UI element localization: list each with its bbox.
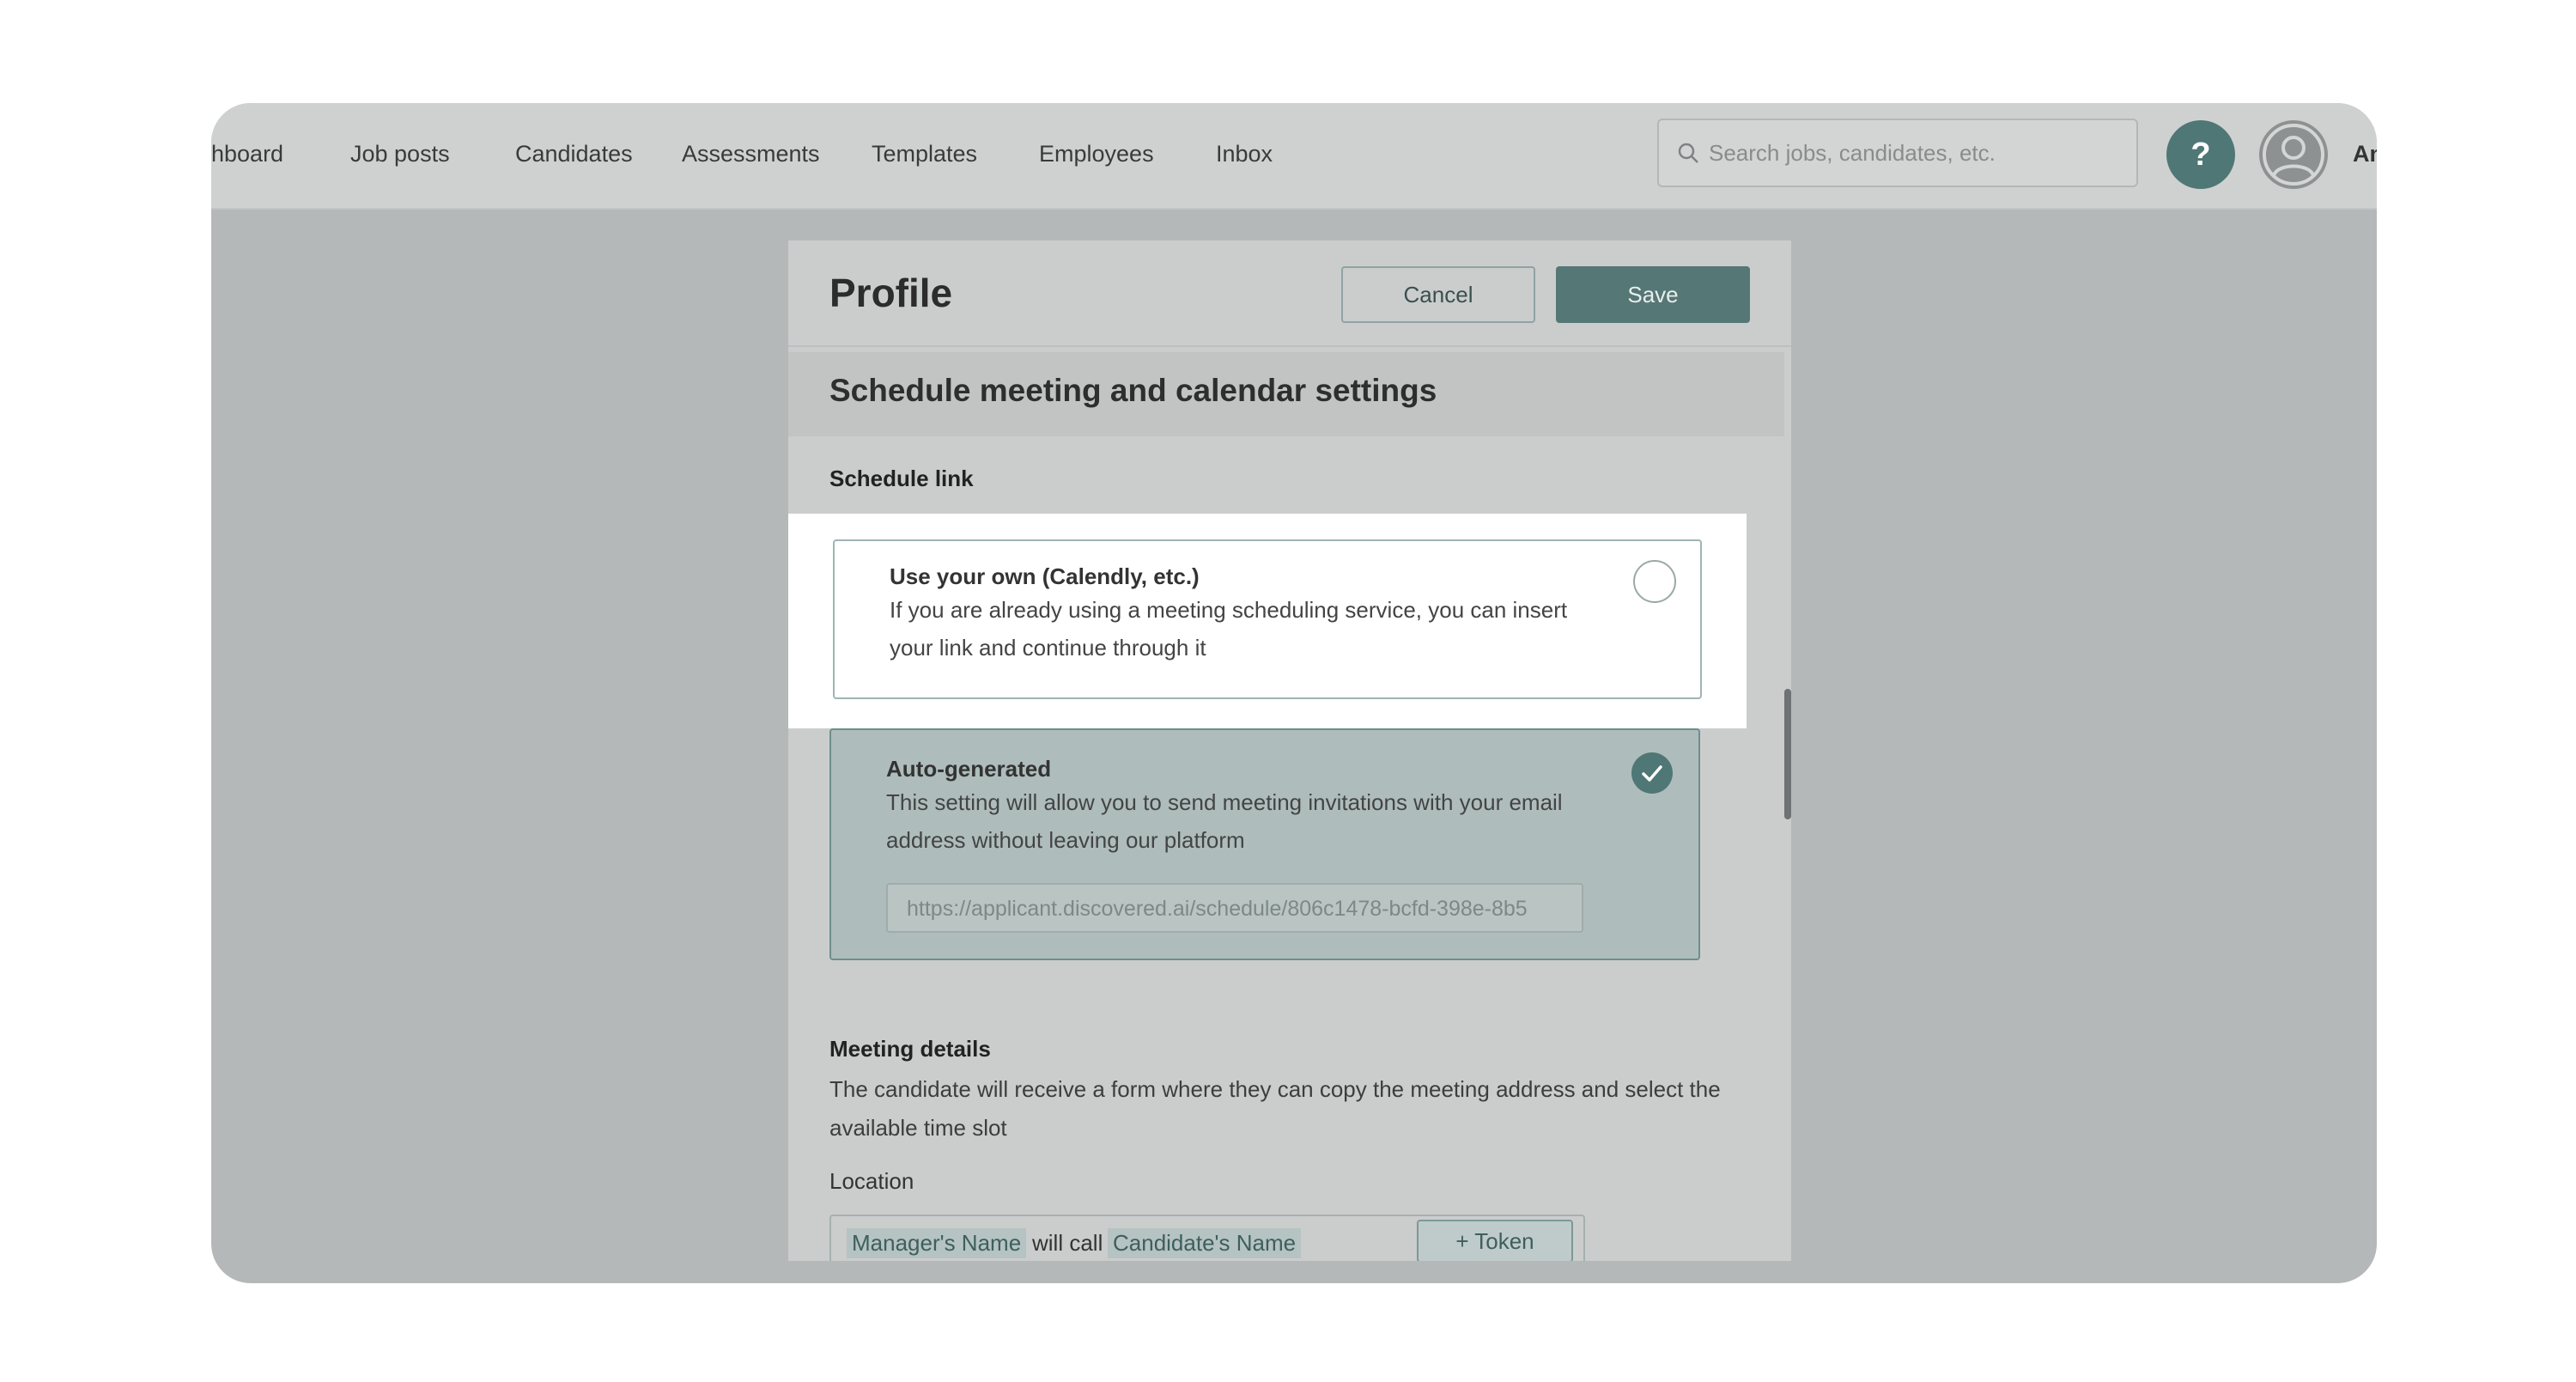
cancel-button[interactable]: Cancel — [1341, 266, 1535, 323]
option-use-your-own[interactable]: Use your own (Calendly, etc.) If you are… — [833, 539, 1702, 699]
option-description-line-1: If you are already using a meeting sched… — [890, 597, 1568, 623]
location-label: Location — [829, 1168, 914, 1194]
nav-candidates[interactable]: Candidates — [515, 141, 633, 167]
option-description-line-2: address without leaving our platform — [886, 827, 1245, 853]
nav-dashboard[interactable]: hboard — [211, 141, 283, 167]
schedule-url: https://applicant.discovered.ai/schedule… — [907, 897, 1528, 921]
token-managers-name[interactable]: Manager's Name — [847, 1228, 1027, 1258]
search-box[interactable] — [1657, 119, 2138, 187]
option-auto-generated[interactable]: Auto-generated This setting will allow y… — [829, 728, 1700, 960]
top-nav-bar: hboard Job posts Candidates Assessments … — [211, 103, 2377, 210]
option-title: Auto-generated — [886, 756, 1052, 782]
search-icon — [1678, 143, 1698, 163]
header-divider — [788, 345, 1791, 347]
meeting-details-title: Meeting details — [829, 1036, 991, 1062]
highlight-panel: Use your own (Calendly, etc.) If you are… — [788, 514, 1747, 728]
plus-icon: + — [1455, 1228, 1475, 1254]
radio-button[interactable] — [1633, 560, 1676, 603]
avatar[interactable] — [2259, 120, 2328, 189]
option-description-line-1: This setting will allow you to send meet… — [886, 789, 1563, 815]
user-icon — [2263, 124, 2324, 186]
meeting-details-description: The candidate will receive a form where … — [829, 1076, 1721, 1141]
schedule-link-label: Schedule link — [829, 466, 974, 491]
location-field[interactable]: Manager's Name will call Candidate's Nam… — [829, 1215, 1585, 1261]
add-token-button[interactable]: + Token — [1417, 1220, 1573, 1261]
help-button[interactable]: ? — [2166, 120, 2235, 189]
section-title: Schedule meeting and calendar settings — [829, 373, 1437, 408]
dialog-title: Profile — [829, 271, 953, 315]
token-candidates-name[interactable]: Candidate's Name — [1108, 1228, 1302, 1258]
selected-check-icon[interactable] — [1631, 752, 1673, 794]
user-name[interactable]: An — [2353, 141, 2377, 167]
nav-employees[interactable]: Employees — [1039, 141, 1154, 167]
nav-templates[interactable]: Templates — [872, 141, 977, 167]
location-text: will call — [1032, 1230, 1103, 1256]
nav-job-posts[interactable]: Job posts — [350, 141, 450, 167]
token-button-label: Token — [1474, 1228, 1534, 1254]
nav-assessments[interactable]: Assessments — [682, 141, 820, 167]
profile-dialog: Profile Cancel Save Schedule meeting and… — [788, 240, 1791, 1261]
schedule-url-field[interactable]: https://applicant.discovered.ai/schedule… — [886, 883, 1583, 933]
option-title: Use your own (Calendly, etc.) — [890, 563, 1200, 589]
nav-inbox[interactable]: Inbox — [1216, 141, 1273, 167]
search-input[interactable] — [1707, 120, 2128, 186]
option-description-line-2: your link and continue through it — [890, 635, 1206, 661]
save-button[interactable]: Save — [1556, 266, 1750, 323]
scrollbar[interactable] — [1784, 689, 1791, 819]
